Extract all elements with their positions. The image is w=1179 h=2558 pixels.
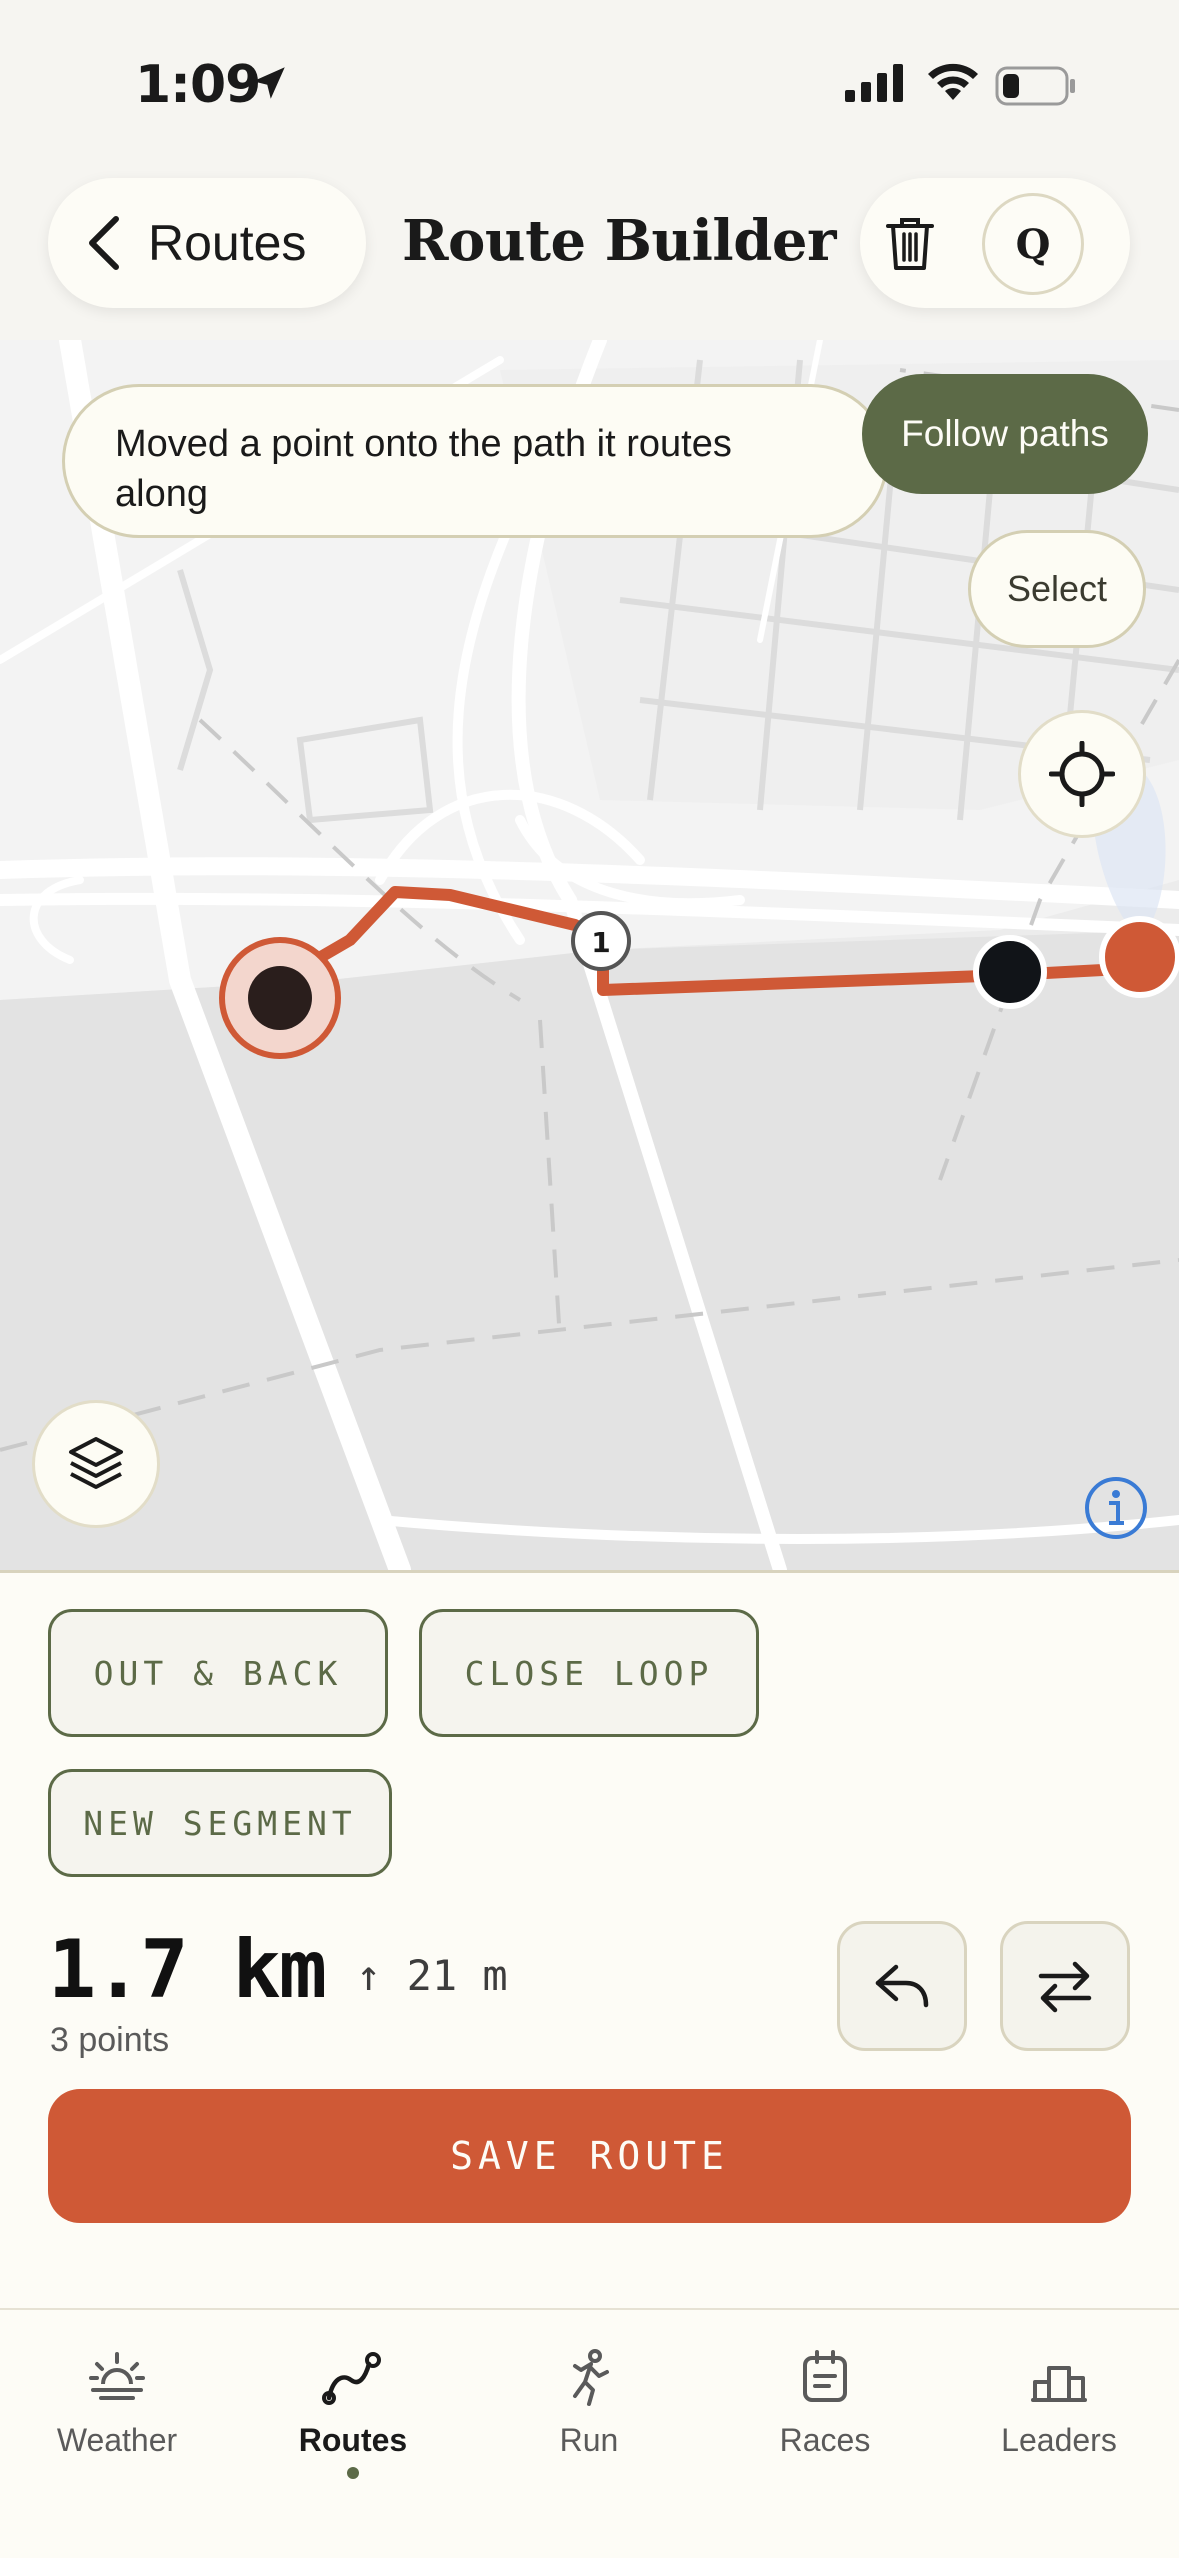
- undo-button[interactable]: [837, 1921, 967, 2051]
- tab-label: Races: [779, 2422, 871, 2458]
- calendar-icon: [803, 2350, 847, 2402]
- route-panel: OUT & BACK CLOSE LOOP NEW SEGMENT 1.7 km…: [0, 1570, 1179, 2313]
- select-button[interactable]: Select: [968, 530, 1146, 648]
- layers-icon: [69, 1437, 123, 1489]
- info-icon[interactable]: [1083, 1475, 1149, 1541]
- sunrise-icon: [89, 2352, 145, 2400]
- page-title: Route Builder: [402, 208, 836, 274]
- close-loop-button[interactable]: CLOSE LOOP: [419, 1609, 759, 1737]
- trash-icon[interactable]: [882, 214, 938, 272]
- tab-weather[interactable]: Weather: [7, 2338, 227, 2498]
- runner-icon: [573, 2349, 609, 2406]
- tab-bar: Weather Routes Run Races Leaders: [0, 2308, 1179, 2558]
- out-back-button[interactable]: OUT & BACK: [48, 1609, 388, 1737]
- route-points-count: 3 points: [50, 2021, 170, 2059]
- end-point-marker[interactable]: [1099, 916, 1179, 998]
- tab-routes[interactable]: Routes: [243, 2338, 463, 2498]
- crosshair-icon: [1049, 741, 1115, 807]
- wifi-icon: [928, 63, 978, 100]
- swap-arrows-icon: [1038, 1961, 1092, 2013]
- chevron-left-icon: [89, 216, 119, 270]
- battery-icon: [995, 66, 1075, 106]
- start-point-marker[interactable]: [219, 937, 341, 1059]
- waypoint-badge-1[interactable]: 1: [571, 911, 631, 971]
- save-route-button[interactable]: SAVE ROUTE: [48, 2089, 1131, 2223]
- back-label: Routes: [148, 215, 307, 271]
- layers-button[interactable]: [32, 1400, 160, 1528]
- back-button[interactable]: Routes: [48, 178, 366, 308]
- tab-leaders[interactable]: Leaders: [949, 2338, 1169, 2498]
- route-distance: 1.7 km: [48, 1923, 327, 2016]
- toast-message: Moved a point onto the path it routes al…: [62, 384, 888, 538]
- new-segment-button[interactable]: NEW SEGMENT: [48, 1769, 392, 1877]
- cellular-signal-icon: [845, 64, 903, 102]
- locate-button[interactable]: [1018, 710, 1146, 838]
- route-map[interactable]: 1 Moved a point onto the path it routes …: [0, 340, 1179, 1570]
- undo-icon: [875, 1964, 929, 2008]
- reverse-route-button[interactable]: [1000, 1921, 1130, 2051]
- header-actions: Q: [860, 178, 1130, 308]
- follow-paths-toggle[interactable]: Follow paths: [862, 374, 1148, 494]
- tab-label: Weather: [56, 2422, 178, 2458]
- tab-label: Routes: [298, 2422, 408, 2458]
- location-arrow-icon: [253, 67, 285, 99]
- waypoint-marker[interactable]: [973, 935, 1047, 1009]
- top-bar: Routes Route Builder Q: [0, 160, 1179, 340]
- waypoint-badge-label: 1: [591, 926, 610, 959]
- tab-run[interactable]: Run: [479, 2338, 699, 2498]
- tab-label: Run: [559, 2422, 619, 2458]
- tab-label: Leaders: [1001, 2422, 1117, 2458]
- podium-icon: [1031, 2366, 1087, 2402]
- status-bar: 1:09: [0, 0, 1179, 160]
- active-tab-indicator: [347, 2467, 359, 2479]
- status-time: 1:09: [135, 55, 261, 115]
- tab-races[interactable]: Races: [715, 2338, 935, 2498]
- route-icon: [322, 2352, 381, 2405]
- avatar[interactable]: Q: [982, 193, 1084, 295]
- route-elevation: ↑ 21 m: [356, 1951, 508, 2000]
